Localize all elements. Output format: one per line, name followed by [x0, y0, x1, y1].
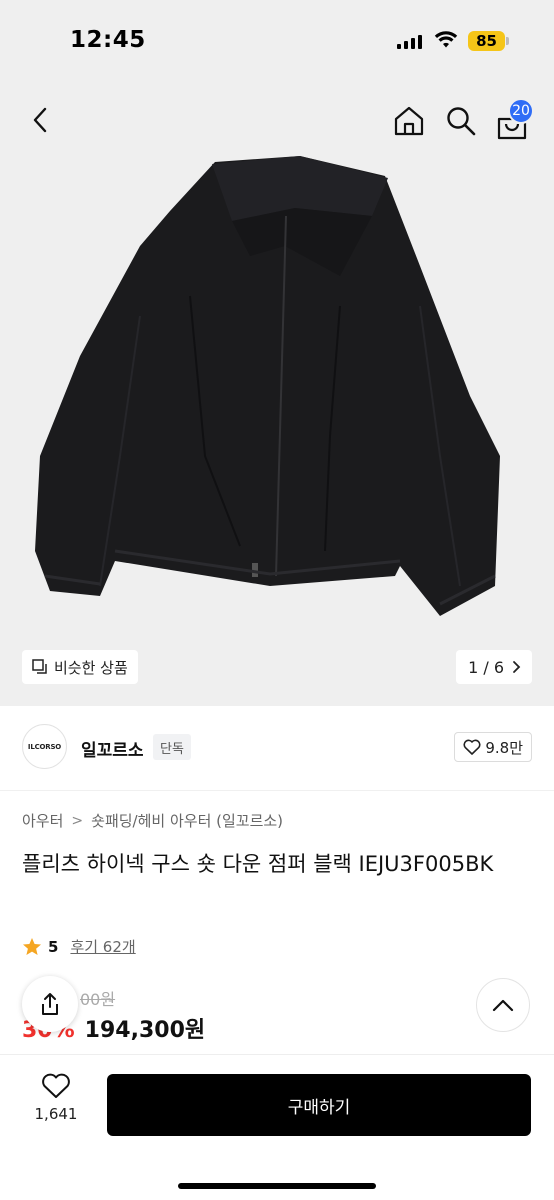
similar-icon	[32, 659, 47, 674]
star-icon	[23, 937, 41, 955]
wishlist-button[interactable]: 1,641	[20, 1073, 92, 1139]
bottom-purchase-bar: 1,641 구매하기	[0, 1054, 554, 1200]
share-button[interactable]	[22, 976, 78, 1032]
heart-icon	[42, 1073, 70, 1098]
brand-name[interactable]: 일꼬르소	[81, 736, 144, 761]
breadcrumb-category[interactable]: 아우터	[22, 810, 63, 831]
battery-cap	[506, 37, 509, 45]
rating-score: 5	[48, 937, 59, 956]
search-button[interactable]	[442, 102, 480, 140]
product-title: 플리츠 하이넥 구스 숏 다운 점퍼 블랙 IEJU3F005BK	[22, 852, 494, 876]
product-image-gallery[interactable]: 비슷한 상품 1 / 6	[0, 156, 554, 706]
signal-icon	[397, 35, 422, 49]
chevron-right-icon	[513, 661, 521, 673]
status-time: 12:45	[70, 27, 146, 53]
brand-like-count: 9.8만	[485, 738, 523, 757]
similar-products-button[interactable]: 비슷한 상품	[22, 650, 138, 684]
heart-icon	[463, 739, 481, 755]
brand-logo[interactable]: ILCORSO	[22, 724, 67, 769]
similar-products-label: 비슷한 상품	[54, 658, 128, 677]
breadcrumb: 아우터 > 숏패딩/헤비 아우터 (일꼬르소)	[22, 810, 283, 831]
breadcrumb-subcategory[interactable]: 숏패딩/헤비 아우터 (일꼬르소)	[91, 810, 283, 831]
image-page-label: 1 / 6	[468, 657, 504, 677]
divider	[0, 790, 554, 791]
battery-icon: 85	[468, 31, 505, 51]
cart-count-badge: 20	[508, 98, 534, 124]
buy-button[interactable]: 구매하기	[107, 1074, 531, 1136]
sale-price: 194,300원	[84, 1018, 206, 1043]
status-bar: 12:45 85	[0, 0, 554, 84]
chevron-right-icon: >	[71, 812, 84, 829]
chevron-up-icon	[492, 999, 514, 1012]
scroll-top-button[interactable]	[476, 978, 530, 1032]
back-icon	[33, 107, 47, 133]
brand-row: ILCORSO 일꼬르소 단독 9.8만	[22, 722, 532, 772]
image-page-indicator[interactable]: 1 / 6	[456, 650, 532, 684]
review-link[interactable]: 후기 62개	[70, 936, 135, 957]
back-button[interactable]	[22, 102, 58, 138]
search-icon	[447, 107, 476, 136]
brand-like-button[interactable]: 9.8만	[454, 732, 532, 762]
cart-button[interactable]: 20	[492, 98, 534, 142]
wifi-icon	[434, 31, 458, 48]
product-photo	[35, 156, 500, 616]
home-button[interactable]	[390, 102, 428, 140]
wishlist-count: 1,641	[34, 1105, 78, 1123]
home-icon	[394, 106, 424, 136]
home-indicator	[178, 1183, 376, 1189]
top-nav: 20	[0, 84, 554, 156]
exclusive-badge: 단독	[153, 734, 191, 760]
rating-row: 5 후기 62개	[22, 936, 136, 957]
share-icon	[42, 993, 58, 1015]
